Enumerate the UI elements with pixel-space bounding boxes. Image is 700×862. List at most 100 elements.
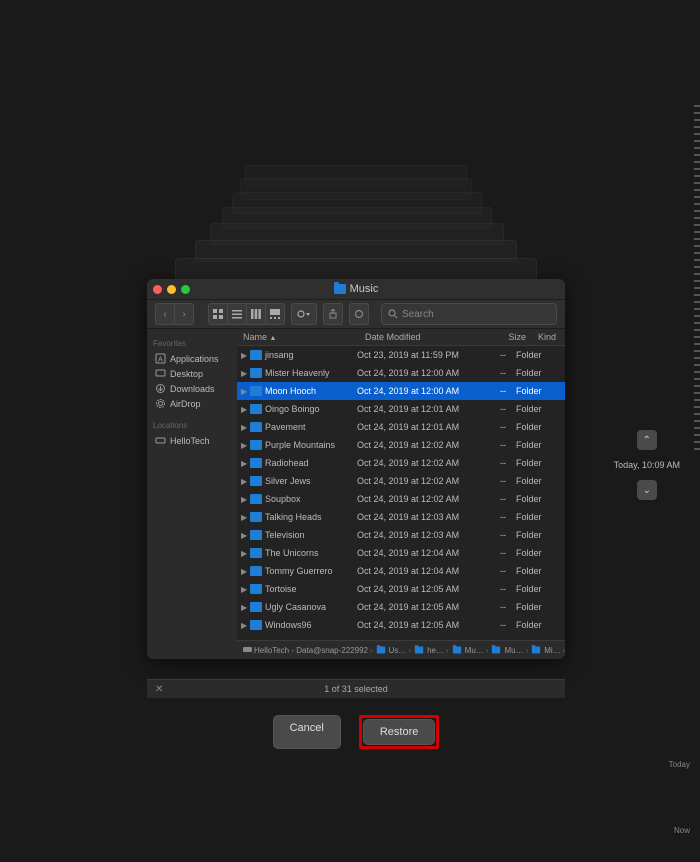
file-name: Windows96	[265, 620, 312, 630]
file-size: --	[472, 530, 510, 540]
folder-icon	[492, 647, 500, 654]
sidebar-item-label: Desktop	[170, 369, 203, 379]
sidebar: Favorites A Applications Desktop Downloa…	[147, 329, 237, 659]
search-field[interactable]: Search	[381, 303, 557, 325]
file-name: jinsang	[265, 350, 294, 360]
path-segment[interactable]: HelloTech - Data@snap-222992	[254, 646, 368, 655]
sidebar-item-desktop[interactable]: Desktop	[153, 366, 231, 381]
path-bar[interactable]: HelloTech - Data@snap-222992›Us…›he…›Mu……	[237, 640, 565, 659]
file-name: Soupbox	[265, 494, 301, 504]
file-size: --	[472, 458, 510, 468]
cancel-button[interactable]: Cancel	[273, 715, 341, 749]
tag-icon	[354, 309, 364, 319]
table-row[interactable]: ▶PavementOct 24, 2019 at 12:01 AM--Folde…	[237, 418, 565, 436]
table-row[interactable]: ▶Oingo BoingoOct 24, 2019 at 12:01 AM--F…	[237, 400, 565, 418]
search-placeholder: Search	[402, 309, 434, 320]
table-row[interactable]: ▶Talking HeadsOct 24, 2019 at 12:03 AM--…	[237, 508, 565, 526]
disk-icon	[243, 645, 252, 656]
timeline-tick-now: Now	[674, 826, 690, 835]
view-list-button[interactable]	[227, 303, 246, 325]
col-date[interactable]: Date Modified	[359, 329, 486, 345]
timeline-ticks[interactable]	[694, 100, 700, 842]
back-button[interactable]: ‹	[155, 303, 174, 325]
view-gallery-button[interactable]	[265, 303, 285, 325]
disclosure-icon[interactable]: ▶	[241, 369, 247, 378]
table-row[interactable]: ▶Moon HoochOct 24, 2019 at 12:00 AM--Fol…	[237, 382, 565, 400]
timeline-down-button[interactable]: ⌄	[637, 480, 657, 500]
file-date: Oct 24, 2019 at 12:04 AM	[351, 566, 472, 576]
disclosure-icon[interactable]: ▶	[241, 495, 247, 504]
path-segment[interactable]: Us…	[389, 646, 407, 655]
sidebar-item-applications[interactable]: A Applications	[153, 351, 231, 366]
sidebar-item-hellotech[interactable]: HelloTech	[153, 433, 231, 448]
share-button[interactable]	[323, 303, 343, 325]
folder-icon	[250, 368, 262, 378]
file-kind: Folder	[510, 620, 565, 630]
table-row[interactable]: ▶Silver JewsOct 24, 2019 at 12:02 AM--Fo…	[237, 472, 565, 490]
file-date: Oct 24, 2019 at 12:03 AM	[351, 512, 472, 522]
disclosure-icon[interactable]: ▶	[241, 477, 247, 486]
action-buttons: Cancel Restore	[147, 715, 565, 749]
file-kind: Folder	[510, 386, 565, 396]
table-row[interactable]: ▶The UnicornsOct 24, 2019 at 12:04 AM--F…	[237, 544, 565, 562]
disclosure-icon[interactable]: ▶	[241, 423, 247, 432]
view-column-button[interactable]	[246, 303, 265, 325]
restore-button[interactable]: Restore	[363, 719, 436, 745]
path-segment[interactable]: Mi…	[544, 646, 560, 655]
file-name: Radiohead	[265, 458, 309, 468]
file-size: --	[472, 350, 510, 360]
close-button[interactable]	[153, 285, 162, 294]
disclosure-icon[interactable]: ▶	[241, 567, 247, 576]
file-list: Name ▲ Date Modified Size Kind ▶ jinsang O…	[237, 329, 565, 659]
disclosure-icon[interactable]: ▶	[241, 441, 247, 450]
minimize-button[interactable]	[167, 285, 176, 294]
folder-icon	[250, 422, 262, 432]
disclosure-icon[interactable]: ▶	[241, 585, 247, 594]
table-row[interactable]: ▶Ugly CasanovaOct 24, 2019 at 12:05 AM--…	[237, 598, 565, 616]
disclosure-icon[interactable]: ▶	[241, 549, 247, 558]
col-kind[interactable]: Kind	[532, 329, 565, 345]
table-row[interactable]: ▶TortoiseOct 24, 2019 at 12:05 AM--Folde…	[237, 580, 565, 598]
disclosure-icon[interactable]: ▶	[241, 387, 247, 396]
table-row[interactable]: ▶Purple MountainsOct 24, 2019 at 12:02 A…	[237, 436, 565, 454]
table-row[interactable]: ▶Mister HeavenlyOct 24, 2019 at 12:00 AM…	[237, 364, 565, 382]
file-date: Oct 24, 2019 at 12:02 AM	[351, 494, 472, 504]
table-row[interactable]: ▶TelevisionOct 24, 2019 at 12:03 AM--Fol…	[237, 526, 565, 544]
zoom-button[interactable]	[181, 285, 190, 294]
disclosure-icon[interactable]: ▶	[241, 513, 247, 522]
disclosure-icon[interactable]: ▶	[241, 459, 247, 468]
forward-button[interactable]: ›	[174, 303, 194, 325]
timeline-up-button[interactable]: ⌃	[637, 430, 657, 450]
col-name[interactable]: Name ▲	[237, 329, 359, 345]
disclosure-icon[interactable]: ▶	[241, 603, 247, 612]
path-segment[interactable]: he…	[427, 646, 444, 655]
file-kind: Folder	[510, 368, 565, 378]
tags-button[interactable]	[349, 303, 369, 325]
disclosure-icon[interactable]: ▶	[241, 531, 247, 540]
table-row[interactable]: ▶Windows96Oct 24, 2019 at 12:05 AM--Fold…	[237, 616, 565, 634]
file-name: Silver Jews	[265, 476, 311, 486]
sidebar-item-airdrop[interactable]: AirDrop	[153, 396, 231, 411]
table-row[interactable]: ▶jinsangOct 23, 2019 at 11:59 PM--Folder	[237, 346, 565, 364]
toolbar: ‹ › Search	[147, 300, 565, 329]
disclosure-icon[interactable]: ▶	[241, 351, 247, 360]
disclosure-icon[interactable]: ▶	[241, 621, 247, 630]
deselect-button[interactable]: ✕	[155, 684, 163, 695]
sidebar-item-downloads[interactable]: Downloads	[153, 381, 231, 396]
action-menu-button[interactable]	[291, 303, 317, 325]
table-row[interactable]: ▶Tommy GuerreroOct 24, 2019 at 12:04 AM-…	[237, 562, 565, 580]
file-size: --	[472, 566, 510, 576]
disclosure-icon[interactable]: ▶	[241, 405, 247, 414]
sidebar-item-label: Applications	[170, 354, 219, 364]
path-segment[interactable]: Mu…	[465, 646, 484, 655]
table-row[interactable]: ▶RadioheadOct 24, 2019 at 12:02 AM--Fold…	[237, 454, 565, 472]
file-name: Mister Heavenly	[265, 368, 330, 378]
col-size[interactable]: Size	[486, 329, 532, 345]
path-segment[interactable]: Mu…	[504, 646, 523, 655]
file-size: --	[472, 476, 510, 486]
sidebar-heading-locations: Locations	[153, 421, 231, 430]
view-icon-button[interactable]	[208, 303, 227, 325]
file-size: --	[472, 584, 510, 594]
table-row[interactable]: ▶SoupboxOct 24, 2019 at 12:02 AM--Folder	[237, 490, 565, 508]
file-name: Tortoise	[265, 584, 297, 594]
